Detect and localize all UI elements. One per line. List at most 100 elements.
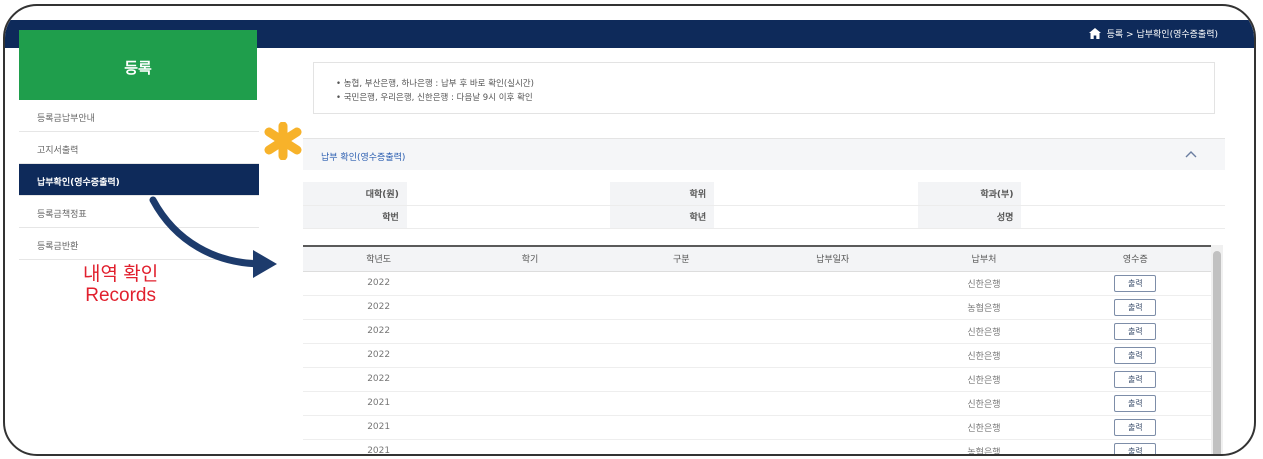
cell-payment-date	[756, 295, 909, 320]
sidebar-item-bill-print[interactable]: 고지서출력	[19, 132, 259, 164]
print-receipt-button[interactable]: 출력	[1114, 418, 1157, 436]
cell-receipt: 출력	[1059, 343, 1211, 368]
print-receipt-button[interactable]: 출력	[1114, 322, 1157, 340]
annotation-english: Records	[85, 285, 156, 306]
home-icon[interactable]	[1088, 28, 1101, 39]
column-header-category: 구분	[605, 245, 757, 272]
cell-payment-date	[756, 367, 909, 392]
cell-semester	[454, 271, 606, 296]
info-label-name: 성명	[917, 205, 1022, 229]
table-row: 2021 신한은행 출력	[303, 391, 1211, 416]
cell-year: 2021	[303, 439, 455, 454]
chevron-up-icon[interactable]	[1185, 150, 1197, 158]
cell-year: 2022	[303, 367, 455, 392]
sidebar-item-payment-check[interactable]: 납부확인(영수증출력)	[19, 164, 259, 196]
cell-category	[605, 319, 757, 344]
cell-payment-date	[756, 391, 909, 416]
info-row: 대학(원) 학위 학과(부)	[303, 182, 1225, 206]
cell-semester	[454, 391, 606, 416]
info-label-student-id: 학번	[303, 205, 407, 229]
column-header-bank: 납부처	[908, 245, 1060, 272]
cell-semester	[454, 295, 606, 320]
cell-payment-date	[756, 271, 909, 296]
info-value-grade	[714, 205, 918, 229]
table-row: 2022 농협은행 출력	[303, 295, 1211, 320]
table-row: 2022 신한은행 출력	[303, 319, 1211, 344]
info-value-degree	[714, 182, 918, 206]
cell-semester	[454, 415, 606, 440]
cell-payment-date	[756, 319, 909, 344]
cell-receipt: 출력	[1059, 367, 1211, 392]
cell-receipt: 출력	[1059, 319, 1211, 344]
cell-category	[605, 367, 757, 392]
cell-semester	[454, 439, 606, 454]
cell-bank: 신한은행	[908, 415, 1060, 440]
print-receipt-button[interactable]: 출력	[1114, 298, 1157, 316]
payment-records-table: 학년도 학기 구분 납부일자 납부처 영수증 2022 신한은행 출력 2022 농협은…	[303, 245, 1211, 454]
column-header-year: 학년도	[303, 245, 455, 272]
cell-category	[605, 439, 757, 454]
cell-year: 2022	[303, 295, 455, 320]
annotation-korean: 내역 확인	[83, 264, 159, 285]
print-receipt-button[interactable]: 출력	[1114, 274, 1157, 292]
table-header-row: 학년도 학기 구분 납부일자 납부처 영수증	[303, 245, 1211, 272]
breadcrumb: 등록 > 납부확인(영수증출력)	[1088, 27, 1218, 40]
cell-receipt: 출력	[1059, 391, 1211, 416]
sidebar-item-payment-guide[interactable]: 등록금납부안내	[19, 100, 259, 132]
cell-category	[605, 343, 757, 368]
notice-box: • 농협, 부산은행, 하나은행 : 납부 후 바로 확인(실시간) • 국민은…	[313, 62, 1215, 114]
cell-receipt: 출력	[1059, 439, 1211, 454]
column-header-payment-date: 납부일자	[756, 245, 909, 272]
cell-bank: 신한은행	[908, 367, 1060, 392]
cell-receipt: 출력	[1059, 295, 1211, 320]
cell-receipt: 출력	[1059, 271, 1211, 296]
cell-semester	[454, 367, 606, 392]
scrollbar-thumb[interactable]	[1213, 251, 1221, 454]
cell-bank: 신한은행	[908, 319, 1060, 344]
cell-payment-date	[756, 415, 909, 440]
highlight-star-icon	[264, 122, 302, 160]
cell-year: 2021	[303, 391, 455, 416]
cell-payment-date	[756, 343, 909, 368]
cell-year: 2022	[303, 271, 455, 296]
column-header-receipt: 영수증	[1059, 245, 1211, 272]
table-row: 2022 신한은행 출력	[303, 271, 1211, 296]
print-receipt-button[interactable]: 출력	[1114, 394, 1157, 412]
print-receipt-button[interactable]: 출력	[1114, 442, 1157, 454]
table-body: 2022 신한은행 출력 2022 농협은행 출력 2022 신한은행 출력 2022 신한은행 출력…	[303, 271, 1211, 454]
cell-year: 2021	[303, 415, 455, 440]
notice-line: • 국민은행, 우리은행, 신한은행 : 다음날 9시 이후 확인	[336, 93, 533, 103]
sidebar-title: 등록	[19, 30, 257, 100]
section-header[interactable]: 납부 확인(영수증출력)	[303, 138, 1225, 170]
table-row: 2022 신한은행 출력	[303, 343, 1211, 368]
student-info-table: 대학(원) 학위 학과(부) 학번 학년 성명	[303, 182, 1225, 229]
table-scrollbar[interactable]	[1211, 245, 1223, 454]
column-header-semester: 학기	[454, 245, 606, 272]
info-value-college	[406, 182, 611, 206]
cell-year: 2022	[303, 319, 455, 344]
cell-semester	[454, 343, 606, 368]
info-row: 학번 학년 성명	[303, 205, 1225, 229]
cell-receipt: 출력	[1059, 415, 1211, 440]
info-value-student-id	[406, 205, 611, 229]
cell-payment-date	[756, 439, 909, 454]
cell-category	[605, 295, 757, 320]
annotation-text: 내역 확인 Records	[83, 264, 158, 306]
breadcrumb-text: 등록 > 납부확인(영수증출력)	[1106, 30, 1218, 40]
cell-category	[605, 391, 757, 416]
print-receipt-button[interactable]: 출력	[1114, 346, 1157, 364]
cell-bank: 신한은행	[908, 391, 1060, 416]
info-value-name	[1021, 205, 1225, 229]
info-label-degree: 학위	[610, 182, 715, 206]
cell-year: 2022	[303, 343, 455, 368]
cell-bank: 신한은행	[908, 271, 1060, 296]
cell-bank: 농협은행	[908, 439, 1060, 454]
screenshot-frame: 등록 > 납부확인(영수증출력) 등록 등록금납부안내 고지서출력 납부확인(영…	[3, 4, 1256, 456]
annotation-arrow	[149, 196, 277, 278]
cell-semester	[454, 319, 606, 344]
cell-bank: 신한은행	[908, 343, 1060, 368]
print-receipt-button[interactable]: 출력	[1114, 370, 1157, 388]
cell-bank: 농협은행	[908, 295, 1060, 320]
info-label-grade: 학년	[610, 205, 715, 229]
section-title: 납부 확인(영수증출력)	[321, 153, 406, 163]
